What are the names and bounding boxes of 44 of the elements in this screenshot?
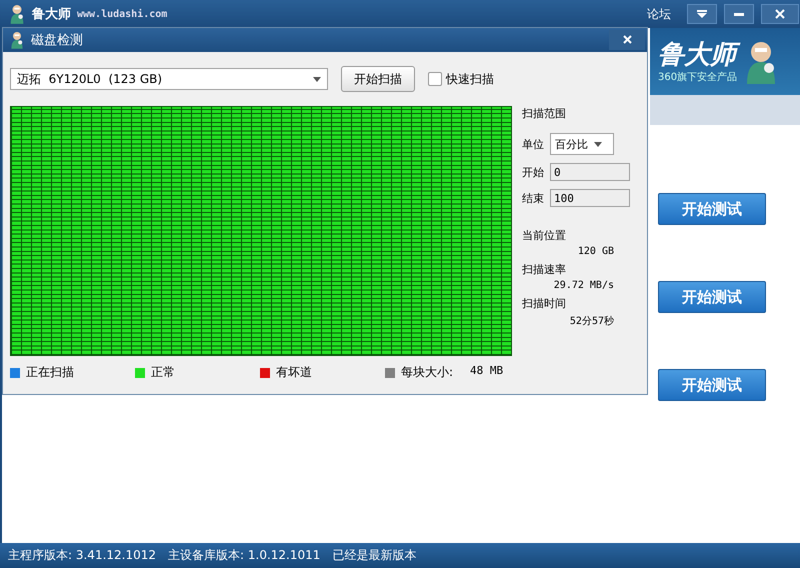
close-button[interactable] — [761, 4, 799, 24]
unit-dropdown[interactable]: 百分比 — [550, 133, 614, 155]
end-label: 结束 — [522, 190, 544, 206]
mascot-icon — [9, 31, 25, 49]
end-field[interactable]: 100 — [550, 189, 630, 207]
database-version: 主设备库版本: 1.0.12.1011 — [168, 547, 320, 564]
drive-dropdown[interactable]: 迈拓 6Y120L0 (123 GB) — [10, 68, 328, 90]
stat-label: 扫描速率 — [522, 262, 567, 277]
window-title: 鲁大师 — [32, 6, 71, 23]
stat-label: 当前位置 — [522, 228, 567, 243]
website-url: www.ludashi.com — [77, 8, 168, 20]
start-label: 开始 — [522, 164, 544, 180]
forum-link[interactable]: 论坛 — [647, 6, 671, 22]
menu-button[interactable] — [687, 4, 717, 24]
legend-label: 每块大小: — [401, 364, 454, 381]
legend-label: 有坏道 — [276, 364, 312, 381]
range-heading: 扫描范围 — [522, 106, 567, 121]
unit-label: 单位 — [522, 136, 544, 152]
minimize-icon — [734, 12, 744, 16]
legend-label: 正在扫描 — [26, 364, 74, 381]
stat-value: 120 GB — [576, 246, 615, 257]
close-icon — [622, 34, 632, 44]
start-scan-button[interactable]: 开始扫描 — [341, 66, 415, 92]
mascot-icon — [8, 4, 26, 24]
dialog-title: 磁盘检测 — [31, 32, 83, 49]
start-test-button[interactable]: 开始测试 — [658, 369, 766, 401]
stat-value: 29.72 MB/s — [552, 280, 615, 291]
caret-icon — [594, 142, 602, 146]
quick-scan-checkbox[interactable]: 快速扫描 — [428, 70, 494, 88]
close-button[interactable] — [609, 30, 645, 50]
start-field[interactable]: 0 — [550, 163, 630, 181]
close-icon — [775, 9, 785, 19]
start-test-button[interactable]: 开始测试 — [658, 193, 766, 225]
update-status: 已经是最新版本 — [332, 547, 416, 564]
logo-slogan: 360旗下安全产品 — [658, 70, 738, 84]
program-version: 主程序版本: 3.41.12.1012 — [8, 547, 156, 564]
minimize-button[interactable] — [724, 4, 754, 24]
stat-label: 扫描时间 — [522, 296, 567, 311]
start-test-button[interactable]: 开始测试 — [658, 281, 766, 313]
legend-label: 正常 — [151, 364, 175, 381]
caret-icon — [313, 76, 321, 82]
stat-value: 52分57秒 — [568, 314, 615, 328]
dropdown-icon — [697, 10, 707, 18]
block-size: 48 MB — [470, 364, 504, 379]
